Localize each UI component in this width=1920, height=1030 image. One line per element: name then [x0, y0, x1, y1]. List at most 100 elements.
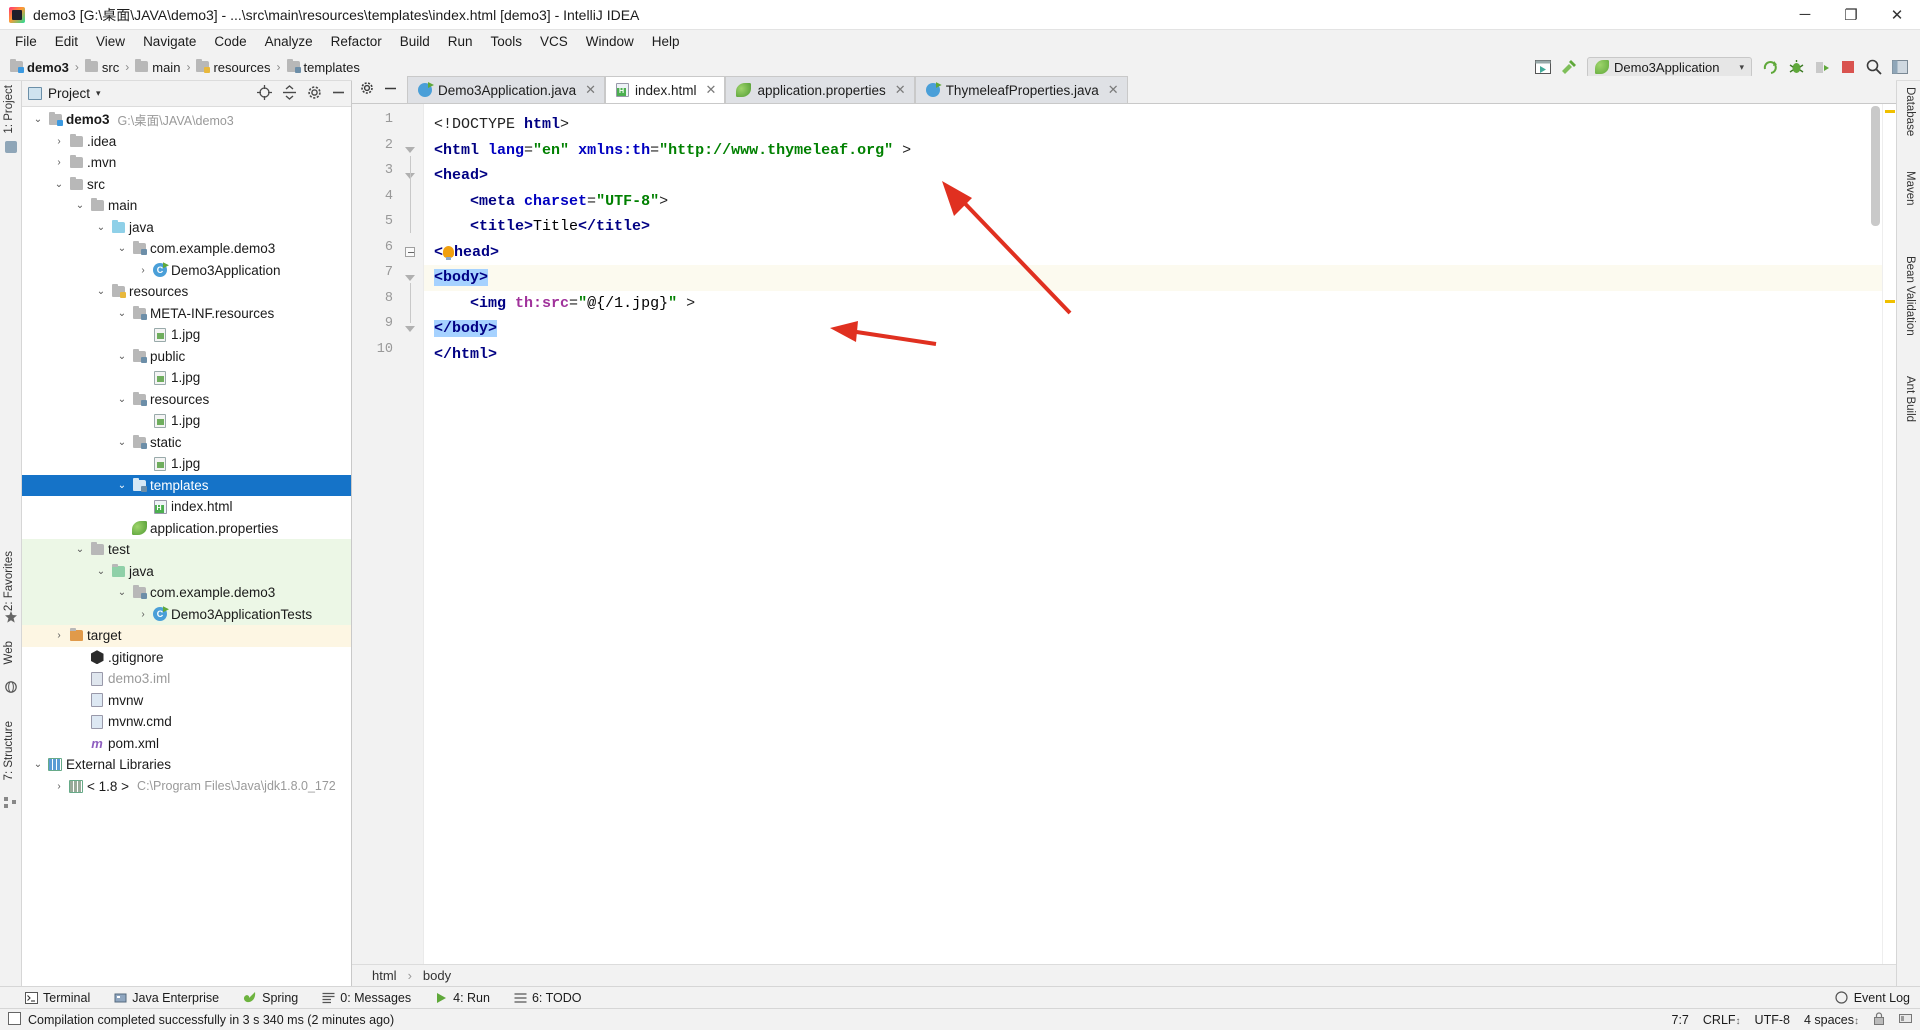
hide-panel-icon[interactable]: [332, 86, 345, 102]
warning-marker[interactable]: [1885, 110, 1895, 113]
tree-node-mvnw[interactable]: mvnw: [22, 690, 351, 712]
menu-help[interactable]: Help: [643, 31, 689, 53]
tree-node-1-jpg[interactable]: 1.jpg: [22, 324, 351, 346]
tool-window-spring[interactable]: Spring: [240, 991, 301, 1005]
tree-node-gitignore[interactable]: .gitignore: [22, 647, 351, 669]
chevron-right-icon[interactable]: ›: [51, 157, 67, 168]
tab-application-properties[interactable]: application.properties ✕: [725, 76, 915, 103]
tree-node-demo3-iml[interactable]: demo3.iml: [22, 668, 351, 690]
breadcrumb-src[interactable]: src: [84, 58, 119, 75]
caret-position[interactable]: 7:7: [1672, 1013, 1689, 1027]
tree-node-1-jpg[interactable]: 1.jpg: [22, 367, 351, 389]
tool-window-java-enterprise[interactable]: Java Enterprise: [111, 991, 222, 1005]
chevron-down-icon[interactable]: ⌄: [93, 222, 109, 233]
tree-node-src[interactable]: ⌄ src: [22, 174, 351, 196]
error-stripe-marker-bar[interactable]: [1882, 104, 1896, 964]
tree-node-resources[interactable]: ⌄ resources: [22, 281, 351, 303]
run-dashboard-icon[interactable]: [1531, 56, 1555, 78]
close-icon[interactable]: ✕: [1108, 82, 1119, 98]
fold-collapse-icon[interactable]: [404, 247, 415, 258]
code-line-9[interactable]: </body>: [424, 316, 1882, 342]
tree-node-resources[interactable]: ⌄ resources: [22, 389, 351, 411]
run-coverage-icon[interactable]: [1810, 56, 1834, 78]
fold-marker-icon[interactable]: [404, 272, 415, 283]
tool-window-terminal[interactable]: Terminal: [22, 991, 93, 1005]
tool-window-favorites[interactable]: 2: Favorites: [3, 551, 15, 611]
menu-build[interactable]: Build: [391, 31, 439, 53]
layout-icon[interactable]: [1888, 56, 1912, 78]
tree-node-external-libraries[interactable]: ⌄ External Libraries: [22, 754, 351, 776]
breadcrumb-templates[interactable]: templates: [286, 58, 360, 75]
chevron-down-icon[interactable]: ⌄: [114, 437, 130, 448]
tree-node-pom-xml[interactable]: m pom.xml: [22, 733, 351, 755]
settings-gear-icon[interactable]: [307, 85, 322, 103]
close-icon[interactable]: ✕: [895, 82, 906, 98]
hide-editor-icon[interactable]: [384, 82, 397, 98]
chevron-right-icon[interactable]: ›: [51, 136, 67, 147]
tree-node-1-jpg[interactable]: 1.jpg: [22, 410, 351, 432]
menu-edit[interactable]: Edit: [46, 31, 87, 53]
indent-setting[interactable]: 4 spaces↕: [1804, 1013, 1859, 1027]
tool-window-messages[interactable]: 0: Messages: [319, 991, 414, 1005]
run-configuration-selector[interactable]: Demo3Application ▾: [1587, 56, 1752, 78]
tree-node-demo3applicationtests[interactable]: › C Demo3ApplicationTests: [22, 603, 351, 625]
fold-marker-icon[interactable]: [404, 145, 415, 156]
chevron-down-icon[interactable]: ⌄: [114, 587, 130, 598]
chevron-down-icon[interactable]: ⌄: [30, 114, 46, 125]
project-tree[interactable]: ⌄ demo3 G:\桌面\JAVA\demo3 › .idea › .mvn ⌄ src ⌄ ma…: [22, 107, 351, 986]
chevron-down-icon[interactable]: ⌄: [30, 759, 46, 770]
tab-thymeleafproperties-java[interactable]: ThymeleafProperties.java ✕: [914, 76, 1128, 103]
stop-icon[interactable]: [1836, 56, 1860, 78]
code-line-1[interactable]: <!DOCTYPE html>: [424, 112, 1882, 138]
breadcrumb-main[interactable]: main: [135, 58, 180, 75]
lock-icon[interactable]: [1873, 1011, 1885, 1028]
collapse-all-icon[interactable]: [282, 84, 297, 103]
close-button[interactable]: ✕: [1874, 0, 1920, 30]
tool-window-todo[interactable]: 6: TODO: [511, 991, 585, 1005]
event-log-area[interactable]: Event Log: [1835, 991, 1920, 1005]
chevron-right-icon[interactable]: ›: [135, 265, 151, 276]
tool-window-bean-validation[interactable]: Bean Validation: [1904, 256, 1916, 336]
tree-node-demo3[interactable]: ⌄ demo3 G:\桌面\JAVA\demo3: [22, 109, 351, 131]
menu-file[interactable]: File: [6, 31, 46, 53]
code-line-8[interactable]: <img th:src="@{/1.jpg}" >: [424, 291, 1882, 317]
tree-node-mvnw-cmd[interactable]: mvnw.cmd: [22, 711, 351, 733]
tab-demo3application-java[interactable]: Demo3Application.java ✕: [407, 76, 605, 103]
tree-node-mvn[interactable]: › .mvn: [22, 152, 351, 174]
tree-node-templates[interactable]: ⌄ templates: [22, 474, 351, 496]
chevron-down-icon[interactable]: ⌄: [114, 243, 130, 254]
menu-view[interactable]: View: [87, 31, 134, 53]
tree-node-java[interactable]: ⌄ java: [22, 560, 351, 582]
menu-tools[interactable]: Tools: [482, 31, 532, 53]
menu-refactor[interactable]: Refactor: [322, 31, 391, 53]
tool-window-run[interactable]: 4: Run: [432, 991, 493, 1005]
tool-window-project[interactable]: 1: Project: [3, 85, 15, 134]
chevron-down-icon[interactable]: ⌄: [51, 179, 67, 190]
breadcrumb-demo3[interactable]: demo3: [10, 58, 69, 75]
chevron-right-icon[interactable]: ›: [51, 630, 67, 641]
code-line-7[interactable]: <body>: [424, 265, 1882, 291]
tree-node-idea[interactable]: › .idea: [22, 131, 351, 153]
tree-node-test[interactable]: ⌄ test: [22, 539, 351, 561]
tree-node-static[interactable]: ⌄ static: [22, 432, 351, 454]
minimize-button[interactable]: ─: [1782, 0, 1828, 30]
code-line-10[interactable]: </html>: [424, 342, 1882, 368]
line-separator[interactable]: CRLF↕: [1703, 1013, 1741, 1027]
tool-window-maven[interactable]: Maven: [1904, 171, 1916, 206]
tree-node-demo3application[interactable]: › C Demo3Application: [22, 260, 351, 282]
chevron-down-icon[interactable]: ⌄: [93, 286, 109, 297]
tree-node-1-8[interactable]: › < 1.8 > C:\Program Files\Java\jdk1.8.0_1…: [22, 776, 351, 798]
breadcrumb-html[interactable]: html: [372, 968, 397, 983]
chevron-down-icon[interactable]: ⌄: [93, 566, 109, 577]
chevron-down-icon[interactable]: ⌄: [114, 351, 130, 362]
settings-gear-icon[interactable]: [360, 81, 374, 98]
tree-node-public[interactable]: ⌄ public: [22, 346, 351, 368]
scroll-from-source-icon[interactable]: [257, 84, 272, 103]
chevron-down-icon[interactable]: ⌄: [72, 200, 88, 211]
chevron-down-icon[interactable]: ⌄: [114, 394, 130, 405]
tool-window-ant-build[interactable]: Ant Build: [1904, 376, 1916, 422]
close-icon[interactable]: ✕: [585, 82, 596, 98]
code-text-area[interactable]: <!DOCTYPE html> <html lang="en" xmlns:th=…: [424, 104, 1882, 964]
tree-node-target[interactable]: › target: [22, 625, 351, 647]
menu-run[interactable]: Run: [439, 31, 482, 53]
